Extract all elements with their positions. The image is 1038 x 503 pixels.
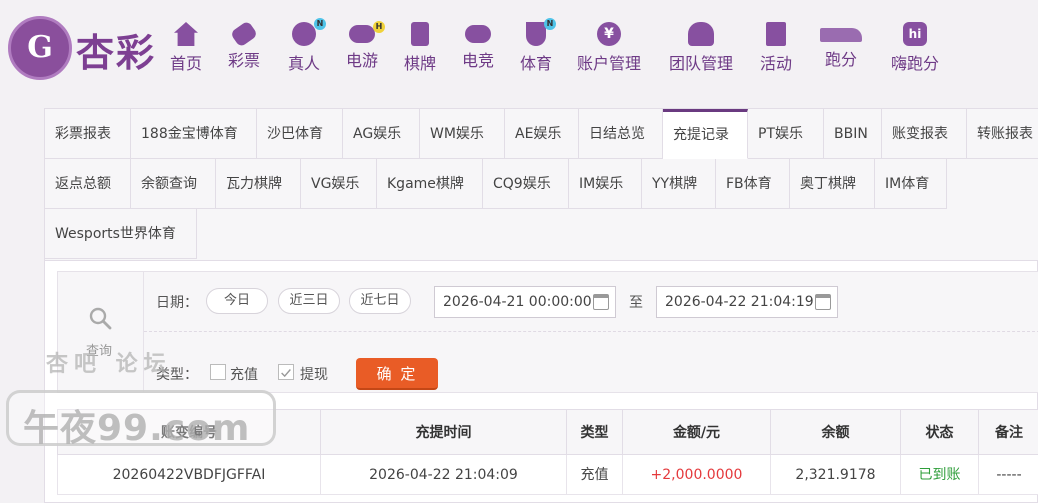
nav-item-slots[interactable]: H 电游 xyxy=(340,21,385,78)
cell-type: 充值 xyxy=(567,455,623,495)
nav-item-esports[interactable]: 电竞 xyxy=(456,22,500,78)
tab-kgame-chess[interactable]: Kgame棋牌 xyxy=(377,159,483,209)
search-label: 查询 xyxy=(86,344,113,359)
tab-balance-change-report[interactable]: 账变报表 xyxy=(882,109,967,159)
tab-188-sports[interactable]: 188金宝博体育 xyxy=(131,109,257,159)
nav-item-sports[interactable]: N 体育 xyxy=(514,18,558,78)
tab-ae[interactable]: AE娱乐 xyxy=(505,109,579,159)
esports-controller-icon xyxy=(465,25,491,43)
tab-lottery-report[interactable]: 彩票报表 xyxy=(45,109,131,159)
tab-vg[interactable]: VG娱乐 xyxy=(301,159,377,209)
column-header-note: 备注 xyxy=(995,425,1023,441)
home-icon xyxy=(174,22,198,46)
dealer-icon: N xyxy=(292,18,326,46)
date-filter-row: 日期： 今日 近三日 近七日 2026-04-21 00:00:00 至 202… xyxy=(144,272,1038,332)
cell-id: 20260422VBDFJGFFAI xyxy=(57,455,321,495)
type-label: 类型： xyxy=(156,367,198,383)
nav-item-chess-cards[interactable]: 棋牌 xyxy=(398,22,442,78)
withdraw-checkbox[interactable] xyxy=(278,364,294,380)
tab-transfer-report[interactable]: 转账报表 xyxy=(967,109,1038,159)
search-icon xyxy=(89,307,112,330)
report-panel: 彩票报表 188金宝博体育 沙巴体育 AG娱乐 WM娱乐 AE娱乐 日结总览 充… xyxy=(44,108,1038,503)
yen-circle-icon: ¥ xyxy=(597,22,621,46)
quick-range-3days[interactable]: 近三日 xyxy=(278,288,340,314)
brand-logo[interactable]: G 杏彩 xyxy=(8,16,160,80)
tab-daily-overview[interactable]: 日结总览 xyxy=(579,109,663,159)
cell-note: ----- xyxy=(996,467,1022,483)
tab-wesports[interactable]: Wesports世界体育 xyxy=(45,209,197,259)
cell-status: 已到账 xyxy=(901,455,979,495)
gamepad-icon: H xyxy=(349,21,385,43)
hot-badge: H xyxy=(373,21,385,33)
nav-item-account-management[interactable]: ¥ 账户管理 xyxy=(574,22,644,78)
report-tabs: 彩票报表 188金宝博体育 沙巴体育 AG娱乐 WM娱乐 AE娱乐 日结总览 充… xyxy=(45,109,1038,261)
start-date-input[interactable]: 2026-04-21 00:00:00 xyxy=(434,286,616,318)
table-row[interactable]: 20260422VBDFJGFFAI 2026-04-22 21:04:09 充… xyxy=(57,455,1038,495)
quick-range-today[interactable]: 今日 xyxy=(206,288,268,314)
tab-wm[interactable]: WM娱乐 xyxy=(420,109,505,159)
filter-panel: 查询 日期： 今日 近三日 近七日 2026-04-21 00:00:00 至 … xyxy=(57,271,1038,393)
quick-range-7days[interactable]: 近七日 xyxy=(349,288,411,314)
nav-item-lottery[interactable]: 彩票 xyxy=(222,20,266,78)
nav-item-team-management[interactable]: 团队管理 xyxy=(666,22,736,78)
ticket-icon xyxy=(229,20,259,48)
logo-emblem-icon: G xyxy=(8,16,72,80)
column-header-status: 状态 xyxy=(901,410,979,456)
start-date-value: 2026-04-21 00:00:00 xyxy=(443,294,592,310)
new-badge: N xyxy=(544,18,556,30)
deposit-checkbox-label: 充值 xyxy=(230,367,258,383)
date-label: 日期： xyxy=(156,295,198,311)
tab-bbin[interactable]: BBIN xyxy=(824,109,882,159)
hi-app-icon: hi xyxy=(903,22,927,46)
confirm-button[interactable]: 确 定 xyxy=(356,358,438,390)
cell-balance: 2,321.9178 xyxy=(771,455,901,495)
calendar-icon[interactable] xyxy=(815,294,831,310)
nav-item-home[interactable]: 首页 xyxy=(160,22,212,78)
team-icon xyxy=(688,22,714,46)
cell-time: 2026-04-22 21:04:09 xyxy=(321,455,567,495)
tab-saba-sports[interactable]: 沙巴体育 xyxy=(257,109,343,159)
nav-item-run-score[interactable]: 跑分 xyxy=(816,22,866,78)
top-header: G 杏彩 首页 彩票 N 真人 H 电游 棋牌 电竞 N 体育 ¥ 账户管理 团… xyxy=(0,0,1038,100)
cards-icon xyxy=(411,22,429,46)
tab-yy-chess[interactable]: YY棋牌 xyxy=(642,159,716,209)
end-date-input[interactable]: 2026-04-22 21:04:19 xyxy=(656,286,838,318)
tab-cq9[interactable]: CQ9娱乐 xyxy=(483,159,569,209)
gift-icon xyxy=(766,22,786,46)
tab-wali-chess[interactable]: 瓦力棋牌 xyxy=(216,159,301,209)
checkmark-icon xyxy=(281,369,291,378)
search-section: 查询 xyxy=(58,272,144,392)
tab-fb-sports[interactable]: FB体育 xyxy=(716,159,790,209)
tab-balance-query[interactable]: 余额查询 xyxy=(131,159,216,209)
trophy-icon: N xyxy=(526,18,556,46)
tab-deposit-withdraw-records[interactable]: 充提记录 xyxy=(663,109,748,159)
tab-pt[interactable]: PT娱乐 xyxy=(748,109,824,159)
tab-im[interactable]: IM娱乐 xyxy=(569,159,642,209)
nav-item-live-casino[interactable]: N 真人 xyxy=(282,18,326,78)
tab-odin-chess[interactable]: 奥丁棋牌 xyxy=(790,159,875,209)
calendar-icon[interactable] xyxy=(593,294,609,310)
column-header-balance: 余额 xyxy=(771,410,901,456)
deposit-checkbox[interactable] xyxy=(210,364,226,380)
new-badge: N xyxy=(314,18,326,30)
nav-item-promotions[interactable]: 活动 xyxy=(756,22,796,78)
table-header: 账变编号 充提时间 类型 金额/元 余额 状态 备注 xyxy=(57,409,1038,456)
column-header-amount: 金额/元 xyxy=(623,410,771,456)
tab-ag[interactable]: AG娱乐 xyxy=(343,109,420,159)
runner-icon xyxy=(820,28,862,42)
withdraw-checkbox-label: 提现 xyxy=(300,367,328,383)
column-header-time: 充提时间 xyxy=(321,410,567,456)
nav-item-hi-run-score[interactable]: hi 嗨跑分 xyxy=(888,22,942,78)
to-label: 至 xyxy=(629,295,643,311)
brand-name: 杏彩 xyxy=(76,30,157,75)
column-header-id: 账变编号 xyxy=(57,410,321,456)
tab-rebate-total[interactable]: 返点总额 xyxy=(45,159,131,209)
cell-amount: +2,000.0000 xyxy=(623,455,771,495)
tab-im-sports[interactable]: IM体育 xyxy=(875,159,947,209)
end-date-value: 2026-04-22 21:04:19 xyxy=(665,294,814,310)
column-header-type: 类型 xyxy=(567,410,623,456)
